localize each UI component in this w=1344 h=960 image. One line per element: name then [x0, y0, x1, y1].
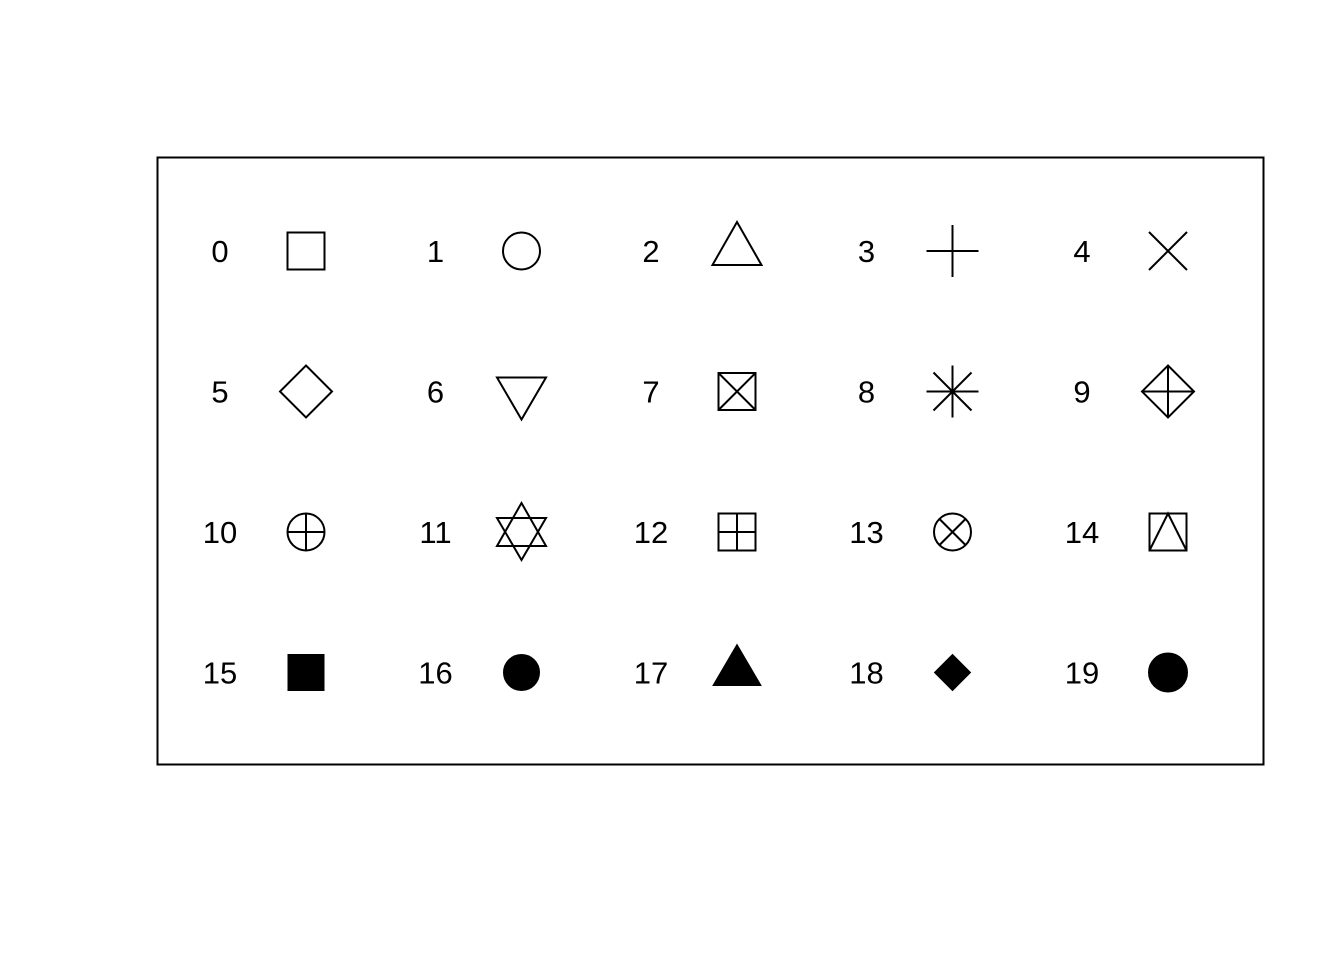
- symbol-mark-asterisk: [926, 365, 979, 418]
- symbol-label: 16: [418, 656, 452, 691]
- symbol-cell-15: 15: [203, 654, 325, 691]
- pch-symbol-chart: 0 1 2 3 45 6 7 8 910 11 12 13 1415 16 17 18 19: [156, 156, 1265, 766]
- symbol-cell-10: 10: [203, 512, 326, 552]
- symbol-cell-7: 7: [642, 372, 757, 411]
- symbol-cell-0: 0: [211, 231, 326, 271]
- symbol-label: 13: [849, 515, 883, 550]
- symbol-cell-17: 17: [634, 643, 762, 691]
- symbol-mark-open-square: [286, 231, 326, 271]
- symbol-mark-open-diamond: [278, 364, 334, 419]
- symbol-mark-open-circle: [502, 231, 541, 271]
- symbol-label: 14: [1065, 515, 1099, 550]
- symbol-label: 8: [858, 375, 875, 410]
- symbol-mark-star-of-david: [495, 500, 548, 562]
- symbol-label: 9: [1073, 375, 1090, 410]
- symbol-cell-18: 18: [849, 653, 972, 692]
- symbol-cell-4: 4: [1073, 231, 1188, 271]
- symbol-mark-cross: [1148, 231, 1188, 271]
- symbol-label: 3: [858, 234, 875, 269]
- symbol-mark-filled-square: [287, 654, 325, 691]
- symbol-label: 11: [419, 515, 451, 550]
- symbol-cell-16: 16: [418, 654, 540, 691]
- symbol-label: 1: [427, 234, 444, 269]
- symbol-mark-circle-plus: [286, 512, 326, 552]
- symbol-label: 10: [203, 515, 237, 550]
- symbol-cell-14: 14: [1065, 511, 1188, 552]
- symbol-label: 0: [211, 234, 228, 269]
- symbol-mark-filled-circle-small: [503, 654, 540, 691]
- symbol-mark-filled-circle: [1148, 652, 1188, 693]
- symbol-label: 5: [211, 375, 228, 410]
- symbol-cell-9: 9: [1073, 364, 1196, 419]
- symbol-cell-19: 19: [1065, 652, 1188, 693]
- symbol-label: 19: [1065, 656, 1099, 691]
- symbol-mark-circle-cross: [933, 512, 972, 552]
- symbol-cell-2: 2: [642, 219, 764, 269]
- symbol-cell-5: 5: [211, 364, 334, 419]
- symbol-label: 18: [849, 656, 883, 691]
- symbol-label: 2: [642, 234, 659, 269]
- symbol-cell-3: 3: [858, 225, 979, 277]
- symbol-label: 12: [634, 515, 668, 550]
- symbol-label: 17: [634, 656, 668, 691]
- symbol-grid: 0 1 2 3 45 6 7 8 910 11 12 13 1415 16 17 18 19: [203, 219, 1196, 693]
- symbol-mark-plus: [926, 225, 979, 277]
- symbol-mark-diamond-plus: [1140, 364, 1196, 419]
- symbol-cell-8: 8: [858, 365, 979, 418]
- symbol-mark-filled-triangle-up: [712, 643, 762, 686]
- symbol-mark-open-triangle-down: [495, 376, 548, 422]
- symbol-mark-square-cross: [717, 372, 757, 411]
- symbol-label: 7: [642, 375, 659, 410]
- symbol-cell-6: 6: [427, 375, 548, 422]
- symbol-mark-open-triangle-up: [710, 219, 764, 266]
- symbol-label: 6: [427, 375, 444, 410]
- symbol-cell-11: 11: [419, 500, 548, 562]
- symbol-label: 15: [203, 656, 237, 691]
- symbol-cell-12: 12: [634, 512, 757, 552]
- symbol-cell-1: 1: [427, 231, 541, 271]
- symbol-mark-filled-diamond: [933, 653, 972, 692]
- symbol-label: 4: [1073, 234, 1090, 269]
- symbol-cell-13: 13: [849, 512, 972, 552]
- symbol-mark-square-plus: [717, 512, 757, 552]
- symbol-mark-square-triangle: [1148, 511, 1188, 552]
